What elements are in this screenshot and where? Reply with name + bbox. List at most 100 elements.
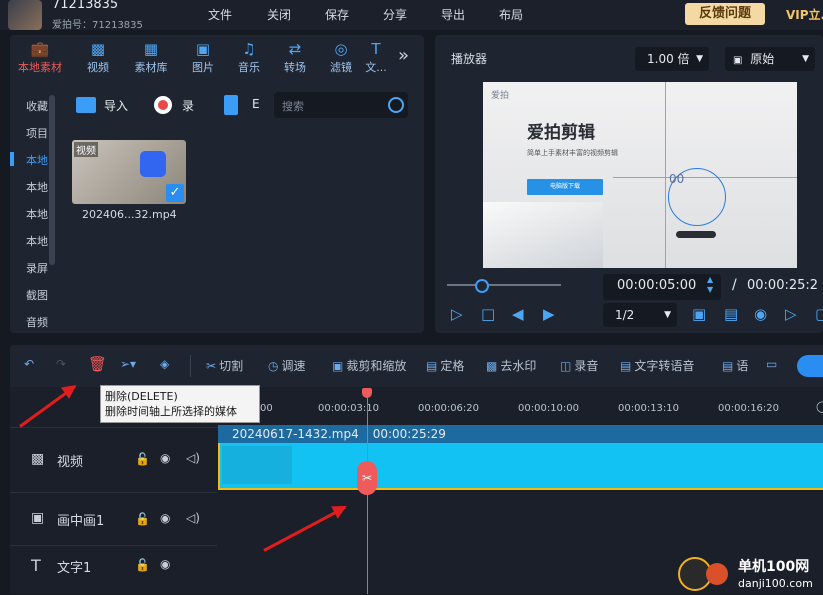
video-clip[interactable] bbox=[218, 443, 823, 490]
redo-icon[interactable]: ↷ bbox=[56, 357, 66, 371]
eye-icon[interactable]: ◉ bbox=[160, 511, 170, 525]
vip-button[interactable]: VIP立... bbox=[786, 6, 823, 23]
watermark-url: danji100.com bbox=[738, 577, 813, 590]
camera-icon[interactable]: ◉ bbox=[754, 305, 767, 323]
menu-save[interactable]: 保存 bbox=[325, 6, 349, 23]
tab-video[interactable]: ▩ 视频 bbox=[70, 39, 126, 79]
player-panel: 播放器 1.00 倍 ▼ ▣ 原始 ▼ 爱拍 爱拍剪辑 简单上手素材丰富的视频剪… bbox=[435, 35, 823, 333]
media-panel: 💼 本地素材 ▩ 视频 ▦ 素材库 ▣ 图片 ♫ 音乐 ⇄ 转场 ◎ 滤镜 T … bbox=[10, 35, 424, 333]
ratio-select[interactable]: ▣ 原始 ▼ bbox=[725, 47, 815, 71]
sidebar-item-screen-record[interactable]: 录屏 bbox=[26, 260, 48, 276]
preview-laptop bbox=[483, 202, 603, 268]
menu-export[interactable]: 导出 bbox=[441, 6, 465, 23]
screen-icon: ▣ bbox=[733, 55, 743, 66]
select-tool-icon[interactable]: ➢▾ bbox=[120, 357, 136, 371]
remove-watermark-button[interactable]: ▩ 去水印 bbox=[486, 357, 536, 374]
time-stepper-icon[interactable]: ▲ ▼ bbox=[707, 275, 713, 295]
more-tabs-icon[interactable]: » bbox=[398, 45, 409, 66]
search-input[interactable] bbox=[280, 96, 384, 116]
preview-caption-bar bbox=[676, 231, 716, 238]
menu-file[interactable]: 文件 bbox=[208, 6, 232, 23]
sidebar-item-local-4[interactable]: 本地 bbox=[26, 233, 48, 249]
sidebar-item-screenshot[interactable]: 截图 bbox=[26, 287, 48, 303]
seek-bar[interactable] bbox=[447, 284, 561, 286]
text-icon: T bbox=[371, 40, 381, 58]
document-button[interactable]: E bbox=[252, 97, 260, 111]
clip-name: 20240617-1432.mp4 00:00:25:29 bbox=[232, 427, 446, 441]
search-icon[interactable] bbox=[388, 97, 404, 113]
seek-handle[interactable] bbox=[475, 279, 489, 293]
cut-button[interactable]: ✂ 切割 bbox=[206, 357, 243, 374]
guide-vertical bbox=[665, 82, 666, 268]
thumbnail-filename: 202406...32.mp4 bbox=[82, 208, 177, 221]
eye-icon[interactable]: ◉ bbox=[160, 451, 170, 465]
sidebar-item-favorites[interactable]: 收藏 bbox=[26, 98, 48, 114]
ruler-tick-label: 00:00:13:10 bbox=[618, 403, 680, 414]
volume-icon[interactable]: ◁) bbox=[186, 511, 200, 525]
lock-icon[interactable]: 🔓 bbox=[135, 452, 150, 466]
import-button[interactable]: 导入 bbox=[104, 97, 128, 114]
sidebar-item-local-1[interactable]: 本地 bbox=[26, 152, 48, 168]
speed-select[interactable]: 1.00 倍 ▼ bbox=[635, 47, 709, 71]
checkbox-checked-icon[interactable]: ✓ bbox=[166, 184, 184, 202]
menu-share[interactable]: 分享 bbox=[383, 6, 407, 23]
avatar[interactable] bbox=[8, 0, 42, 30]
undo-icon[interactable]: ↶ bbox=[24, 357, 34, 371]
ruler-tick-label: 00:00:06:20 bbox=[418, 403, 480, 414]
freeze-button[interactable]: ▤ 定格 bbox=[426, 357, 464, 374]
sidebar-item-local-2[interactable]: 本地 bbox=[26, 179, 48, 195]
speed-button[interactable]: ◷ 调速 bbox=[268, 357, 306, 374]
sidebar-item-local-3[interactable]: 本地 bbox=[26, 206, 48, 222]
microphone-icon: ◫ bbox=[560, 359, 572, 373]
menu-layout[interactable]: 布局 bbox=[499, 6, 523, 23]
sidebar-item-audio[interactable]: 音频 bbox=[26, 314, 48, 330]
marker-icon[interactable]: ◈ bbox=[160, 357, 169, 371]
menu-close[interactable]: 关闭 bbox=[267, 6, 291, 23]
import-folder-icon[interactable] bbox=[76, 97, 96, 113]
feedback-button[interactable]: 反馈问题 bbox=[685, 3, 765, 25]
subtitle-icon[interactable]: ▤ bbox=[724, 305, 738, 323]
volume-icon[interactable]: ◁) bbox=[186, 451, 200, 465]
video-preview[interactable]: 爱拍 爱拍剪辑 简单上手素材丰富的视频剪辑 电脑版下载 00 bbox=[483, 82, 797, 268]
voice-button[interactable]: ▤ 语 bbox=[722, 357, 748, 374]
playhead-handle[interactable] bbox=[362, 388, 372, 398]
delete-icon[interactable]: 🗑 bbox=[88, 355, 107, 375]
fullscreen-icon[interactable]: ▢ bbox=[815, 305, 823, 323]
tab-library[interactable]: ▦ 素材库 bbox=[123, 39, 179, 79]
pip-icon: ▣ bbox=[31, 510, 45, 526]
lock-icon[interactable]: 🔓 bbox=[135, 558, 150, 572]
scissors-icon: ✂ bbox=[206, 359, 217, 373]
sidebar-active-marker bbox=[10, 152, 14, 166]
export-timeline-icon[interactable]: ▭ bbox=[766, 357, 777, 371]
crop-zoom-button[interactable]: ▣ 裁剪和缩放 bbox=[332, 357, 406, 374]
track-label: 视频 bbox=[57, 455, 84, 470]
chevron-down-icon: ▼ bbox=[802, 54, 809, 64]
tab-local-media[interactable]: 💼 本地素材 bbox=[12, 39, 68, 79]
volume-icon[interactable]: ▷ bbox=[785, 305, 797, 323]
preview-download-button: 电脑版下载 bbox=[527, 179, 603, 195]
watermark-logo-accent bbox=[706, 563, 728, 585]
ruler-tick-label: 00:00:03:10 bbox=[318, 403, 380, 414]
zoom-icon[interactable]: ◯ bbox=[816, 400, 823, 413]
stop-icon[interactable]: □ bbox=[481, 305, 495, 323]
total-time: 00:00:25:2 bbox=[747, 278, 819, 293]
track-text[interactable] bbox=[10, 545, 217, 595]
chevron-down-icon: ▼ bbox=[664, 310, 671, 320]
text-to-speech-button[interactable]: ▤ 文字转语音 bbox=[620, 357, 694, 374]
document-icon[interactable] bbox=[224, 95, 238, 115]
record-button[interactable]: 录 bbox=[182, 97, 194, 114]
sidebar-scrollbar[interactable] bbox=[49, 95, 55, 265]
quality-select[interactable]: 1/2 ▼ bbox=[603, 303, 677, 327]
export-button[interactable] bbox=[797, 355, 823, 377]
previous-frame-icon[interactable]: ◀ bbox=[512, 305, 524, 323]
sidebar-item-project[interactable]: 项目 bbox=[26, 125, 48, 141]
clip-thumbnail bbox=[222, 446, 292, 484]
next-frame-icon[interactable]: ▶ bbox=[543, 305, 555, 323]
split-scissors-icon[interactable]: ✂ bbox=[357, 461, 377, 495]
lock-icon[interactable]: 🔓 bbox=[135, 512, 150, 526]
fit-screen-icon[interactable]: ▣ bbox=[692, 305, 706, 323]
play-icon[interactable]: ▷ bbox=[451, 305, 463, 323]
record-audio-button[interactable]: ◫ 录音 bbox=[560, 357, 598, 374]
tab-text[interactable]: T 文... bbox=[356, 39, 396, 79]
eye-icon[interactable]: ◉ bbox=[160, 557, 170, 571]
